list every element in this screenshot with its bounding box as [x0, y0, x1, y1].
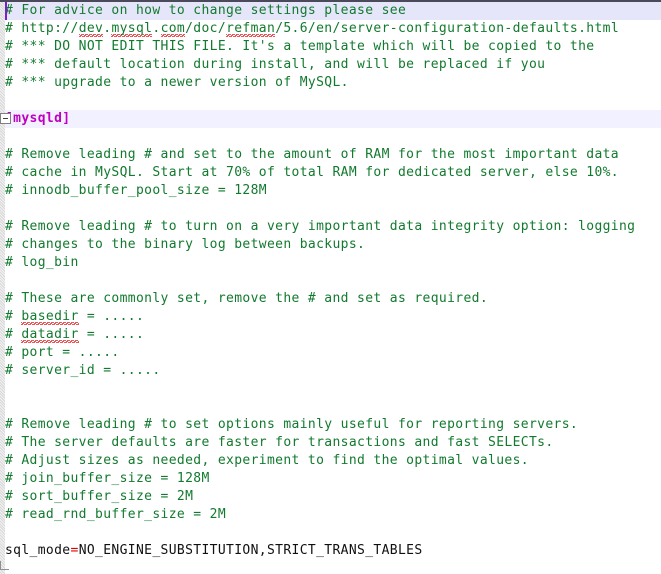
code-line[interactable]: [mysqld]	[0, 110, 661, 128]
comment-text: # Remove leading # to turn on a very imp…	[5, 219, 636, 234]
comment-text: # *** default location during install, a…	[5, 57, 546, 72]
code-line-text: # join_buffer_size = 128M	[0, 470, 210, 488]
comment-text: # sort_buffer_size = 2M	[5, 489, 194, 504]
comment-text: # Adjust sizes as needed, experiment to …	[5, 453, 529, 468]
code-line[interactable]: # sort_buffer_size = 2M	[0, 488, 661, 506]
spell-error: refman	[226, 21, 276, 37]
code-line-text: # *** default location during install, a…	[0, 56, 545, 74]
code-line[interactable]	[0, 272, 661, 290]
code-line[interactable]: # For advice on how to change settings p…	[0, 2, 661, 20]
code-line[interactable]: # innodb_buffer_pool_size = 128M	[0, 182, 661, 200]
comment-text: # cache in MySQL. Start at 70% of total …	[5, 165, 619, 180]
text-editor-viewport[interactable]: # For advice on how to change settings p…	[0, 0, 661, 574]
code-line-text: # changes to the binary log between back…	[0, 236, 365, 254]
code-line[interactable]: # Remove leading # and set to the amount…	[0, 146, 661, 164]
code-line-text: # The server defaults are faster for tra…	[0, 434, 554, 452]
comment-text: # http://dev.mysql.com/doc/refman/5.6/en…	[5, 21, 620, 37]
comment-text: # *** DO NOT EDIT THIS FILE. It's a temp…	[5, 39, 595, 54]
code-line[interactable]: # join_buffer_size = 128M	[0, 470, 661, 488]
comment-text: # innodb_buffer_pool_size = 128M	[5, 183, 267, 198]
code-line-text: # Remove leading # and set to the amount…	[0, 146, 619, 164]
fold-gutter[interactable]	[0, 0, 5, 574]
code-line-text: # server_id = .....	[0, 362, 161, 380]
code-line[interactable]: # datadir = .....	[0, 326, 661, 344]
viewport-top-rule	[0, 0, 661, 2]
spell-error: basedir	[21, 309, 79, 325]
code-line[interactable]: # cache in MySQL. Start at 70% of total …	[0, 164, 661, 182]
code-line[interactable]	[0, 380, 661, 398]
comment-text: # For advice on how to change settings p…	[5, 3, 407, 18]
code-text-area[interactable]: # For advice on how to change settings p…	[0, 0, 661, 574]
code-line-text: # cache in MySQL. Start at 70% of total …	[0, 164, 619, 182]
code-line-text: # Remove leading # to set options mainly…	[0, 416, 578, 434]
text-caret	[5, 2, 7, 20]
code-line[interactable]	[0, 398, 661, 416]
spell-error: mysql	[111, 21, 153, 37]
setting-key: sql_mode	[5, 543, 71, 558]
code-line[interactable]: # The server defaults are faster for tra…	[0, 434, 661, 452]
code-line[interactable]: # port = .....	[0, 344, 661, 362]
code-line-text: # *** DO NOT EDIT THIS FILE. It's a temp…	[0, 38, 594, 56]
code-line[interactable]: sql_mode=NO_ENGINE_SUBSTITUTION,STRICT_T…	[0, 542, 661, 560]
code-line-text: # Adjust sizes as needed, experiment to …	[0, 452, 529, 470]
comment-text: # changes to the binary log between back…	[5, 237, 366, 252]
code-line-text: # For advice on how to change settings p…	[0, 2, 406, 20]
code-line[interactable]: # basedir = .....	[0, 308, 661, 326]
code-line[interactable]: # log_bin	[0, 254, 661, 272]
comment-text: # *** upgrade to a newer version of MySQ…	[5, 75, 349, 90]
comment-text: # basedir = .....	[5, 309, 145, 325]
code-line-text: # http://dev.mysql.com/doc/refman/5.6/en…	[0, 20, 619, 38]
code-line[interactable]	[0, 560, 661, 574]
spell-error: com	[160, 21, 186, 37]
code-line-text: # *** upgrade to a newer version of MySQ…	[0, 74, 349, 92]
code-line[interactable]	[0, 524, 661, 542]
code-line[interactable]: # Remove leading # to set options mainly…	[0, 416, 661, 434]
code-line-text: # Remove leading # to turn on a very imp…	[0, 218, 635, 236]
section-header: [mysqld]	[5, 111, 71, 126]
comment-text: # These are commonly set, remove the # a…	[5, 291, 489, 306]
code-line-text: # port = .....	[0, 344, 120, 362]
comment-text: # Remove leading # to set options mainly…	[5, 417, 579, 432]
comment-text: # read_rnd_buffer_size = 2M	[5, 507, 227, 522]
code-line[interactable]: # read_rnd_buffer_size = 2M	[0, 506, 661, 524]
code-line[interactable]	[0, 200, 661, 218]
code-line[interactable]: # Adjust sizes as needed, experiment to …	[0, 452, 661, 470]
code-line[interactable]: # Remove leading # to turn on a very imp…	[0, 218, 661, 236]
code-line[interactable]	[0, 92, 661, 110]
code-line-text: # read_rnd_buffer_size = 2M	[0, 506, 226, 524]
code-line[interactable]: # *** upgrade to a newer version of MySQ…	[0, 74, 661, 92]
code-line[interactable]: # server_id = .....	[0, 362, 661, 380]
code-line[interactable]: # http://dev.mysql.com/doc/refman/5.6/en…	[0, 20, 661, 38]
code-line-text: # datadir = .....	[0, 326, 144, 344]
assignment-operator: =	[70, 543, 79, 558]
fold-region-end-icon	[0, 561, 9, 570]
spell-error: datadir	[21, 327, 79, 343]
code-line-text: # These are commonly set, remove the # a…	[0, 290, 488, 308]
comment-text: # port = .....	[5, 345, 120, 360]
code-line[interactable]	[0, 128, 661, 146]
code-line[interactable]: # changes to the binary log between back…	[0, 236, 661, 254]
code-line-text: sql_mode=NO_ENGINE_SUBSTITUTION,STRICT_T…	[0, 542, 423, 560]
comment-text: # The server defaults are faster for tra…	[5, 435, 554, 450]
code-line-text: # log_bin	[0, 254, 79, 272]
code-line[interactable]: # These are commonly set, remove the # a…	[0, 290, 661, 308]
comment-text: # datadir = .....	[5, 327, 145, 343]
code-line-text: # sort_buffer_size = 2M	[0, 488, 193, 506]
comment-text: # Remove leading # and set to the amount…	[5, 147, 619, 162]
comment-text: # join_buffer_size = 128M	[5, 471, 210, 486]
comment-text: # server_id = .....	[5, 363, 161, 378]
spell-error: dev	[78, 21, 104, 37]
code-line[interactable]: # *** default location during install, a…	[0, 56, 661, 74]
code-line-text: # basedir = .....	[0, 308, 144, 326]
comment-text: # log_bin	[5, 255, 79, 270]
setting-value: NO_ENGINE_SUBSTITUTION,STRICT_TRANS_TABL…	[78, 543, 423, 558]
code-line-text: # innodb_buffer_pool_size = 128M	[0, 182, 267, 200]
code-line[interactable]: # *** DO NOT EDIT THIS FILE. It's a temp…	[0, 38, 661, 56]
fold-collapse-icon[interactable]	[0, 113, 11, 124]
